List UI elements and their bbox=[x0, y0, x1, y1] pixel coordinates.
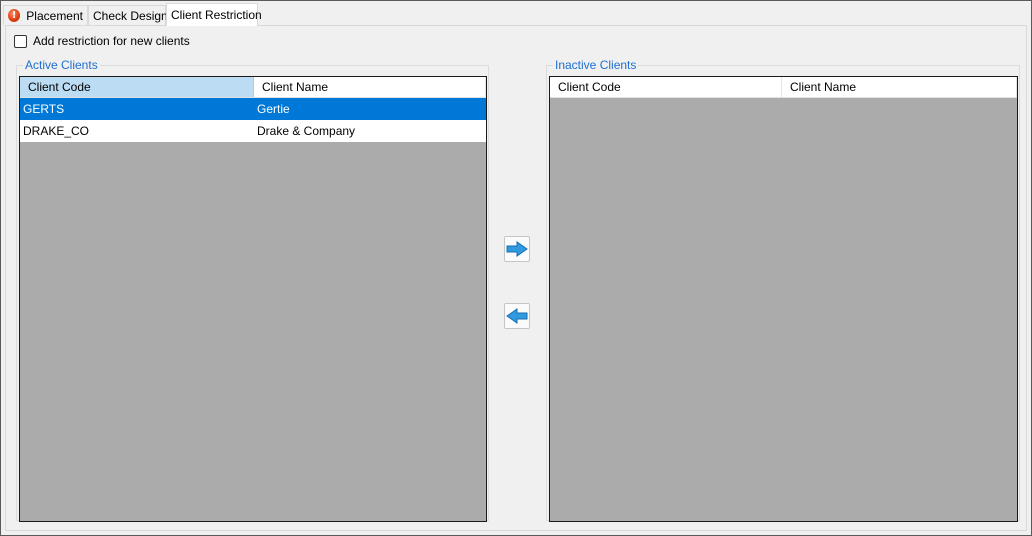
column-header-client-code[interactable]: Client Code bbox=[20, 77, 254, 97]
move-to-active-button[interactable] bbox=[504, 303, 530, 329]
column-header-client-name[interactable]: Client Name bbox=[782, 77, 1017, 97]
inactive-clients-grid[interactable]: Client Code Client Name bbox=[549, 76, 1018, 522]
client-name-cell: Gertie bbox=[257, 102, 290, 116]
active-clients-title: Active Clients bbox=[23, 58, 100, 72]
client-name-cell: Drake & Company bbox=[257, 124, 356, 138]
table-row[interactable]: GERTS Gertie bbox=[20, 98, 486, 120]
tab-check-design[interactable]: Check Design bbox=[88, 5, 168, 25]
tab-check-design-label: Check Design bbox=[93, 8, 168, 23]
tab-placement-label: Placement bbox=[26, 8, 83, 23]
window-frame: ! Placement Check Design Client Restrict… bbox=[0, 0, 1032, 536]
inactive-clients-group: Inactive Clients Client Code Client Name bbox=[546, 58, 1020, 522]
restriction-checkbox-label: Add restriction for new clients bbox=[33, 34, 190, 48]
active-clients-group: Active Clients Client Code Client Name G… bbox=[16, 58, 489, 522]
restriction-checkbox[interactable] bbox=[14, 34, 27, 48]
active-clients-header: Client Code Client Name bbox=[20, 77, 486, 98]
client-code-cell: GERTS bbox=[23, 102, 65, 116]
column-header-client-code[interactable]: Client Code bbox=[550, 77, 782, 97]
column-header-label: Client Code bbox=[28, 80, 91, 94]
arrow-right-icon bbox=[506, 241, 528, 257]
column-header-label: Client Name bbox=[790, 80, 857, 94]
active-clients-grid[interactable]: Client Code Client Name GERTS Gertie DRA… bbox=[19, 76, 487, 522]
tab-client-restriction[interactable]: Client Restriction bbox=[166, 3, 262, 26]
column-header-client-name[interactable]: Client Name bbox=[254, 77, 486, 97]
arrow-left-icon bbox=[506, 308, 528, 324]
error-icon: ! bbox=[8, 9, 21, 22]
tab-placement[interactable]: ! Placement bbox=[3, 5, 88, 25]
client-restriction-page: Add restriction for new clients Active C… bbox=[5, 25, 1027, 531]
inactive-clients-header: Client Code Client Name bbox=[550, 77, 1017, 98]
client-code-cell: DRAKE_CO bbox=[23, 124, 90, 138]
table-row[interactable]: DRAKE_CO Drake & Company bbox=[20, 120, 486, 142]
column-header-label: Client Name bbox=[262, 80, 329, 94]
tab-client-restriction-label: Client Restriction bbox=[171, 8, 262, 22]
restriction-checkbox-row[interactable]: Add restriction for new clients bbox=[14, 34, 190, 48]
move-to-inactive-button[interactable] bbox=[504, 236, 530, 262]
inactive-clients-title: Inactive Clients bbox=[553, 58, 639, 72]
column-header-label: Client Code bbox=[558, 80, 621, 94]
